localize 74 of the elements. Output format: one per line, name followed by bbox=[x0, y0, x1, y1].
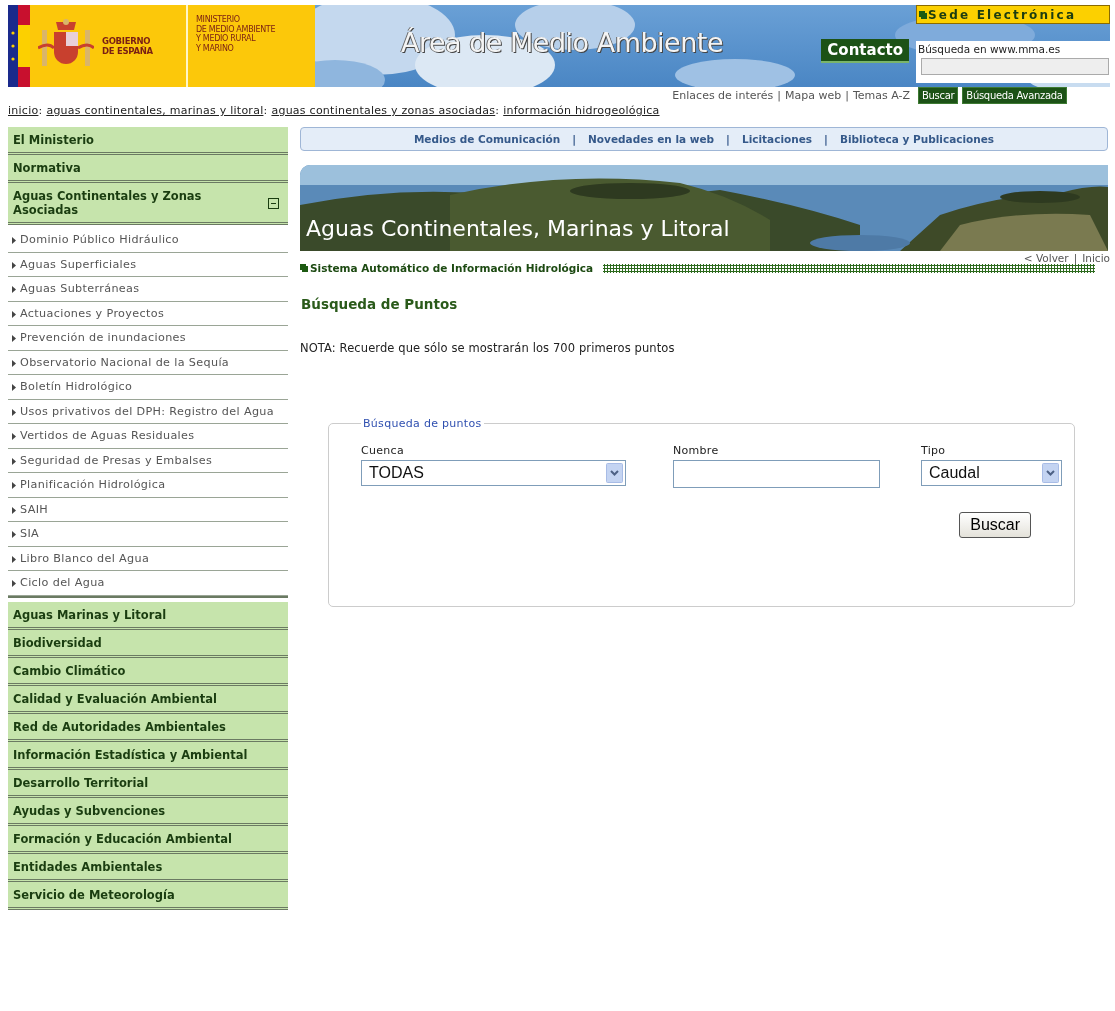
sidebar-item[interactable]: Entidades Ambientales bbox=[8, 853, 288, 882]
nav-link[interactable]: Biblioteca y Publicaciones bbox=[839, 133, 995, 145]
arrow-icon bbox=[12, 286, 16, 293]
arrow-icon bbox=[12, 237, 16, 244]
page-link[interactable]: Inicio bbox=[1082, 252, 1110, 264]
page-link[interactable]: < Volver bbox=[1023, 252, 1069, 264]
nav-link[interactable]: Novedades en la web bbox=[588, 133, 715, 145]
caret-icon bbox=[606, 463, 623, 483]
nav-separator: | bbox=[726, 133, 730, 145]
sidebar-item[interactable]: Biodiversidad bbox=[8, 629, 288, 658]
breadcrumb-separator: : bbox=[263, 104, 268, 117]
breadcrumb-separator: : bbox=[495, 104, 500, 117]
link-separator: | bbox=[845, 89, 849, 102]
contact-link[interactable]: Contacto bbox=[821, 39, 909, 63]
nav-separator: | bbox=[572, 133, 577, 145]
arrow-icon bbox=[12, 433, 16, 440]
arrow-icon bbox=[12, 482, 16, 489]
bullet-icon bbox=[919, 10, 927, 19]
arrow-icon bbox=[12, 384, 16, 391]
search-label: Búsqueda en www.mma.es bbox=[918, 43, 1062, 55]
banner-title: Aguas Continentales, Marinas y Litoral bbox=[306, 216, 730, 241]
nav-separator: | bbox=[824, 133, 828, 145]
field-label: Tipo bbox=[921, 444, 947, 457]
panel-legend: Búsqueda de puntos bbox=[361, 417, 484, 430]
sidebar-item[interactable]: El Ministerio bbox=[8, 127, 288, 155]
breadcrumb-separator: : bbox=[38, 104, 43, 117]
arrow-icon bbox=[12, 359, 16, 367]
advanced-search-button[interactable]: Búsqueda Avanzada bbox=[962, 87, 1067, 104]
link-separator: | bbox=[777, 89, 781, 102]
note-text: NOTA: Recuerde que sólo se mostrarán los 700 primeros puntos bbox=[300, 341, 676, 355]
arrow-icon bbox=[12, 310, 16, 318]
sidebar-item[interactable]: Aguas Marinas y Litoral bbox=[8, 601, 288, 630]
arrow-icon bbox=[12, 580, 16, 587]
collapse-icon[interactable] bbox=[268, 197, 279, 209]
breadcrumb-link[interactable]: información hidrogeológica bbox=[503, 104, 660, 117]
page-heading: Búsqueda de Puntos bbox=[301, 296, 459, 312]
text-field[interactable] bbox=[673, 460, 880, 488]
sidebar-item[interactable]: Información Estadística y Ambiental bbox=[8, 741, 288, 770]
nav-link[interactable]: Licitaciones bbox=[741, 133, 813, 145]
sidebar-item[interactable]: Calidad y Evaluación Ambiental bbox=[8, 685, 288, 714]
sidebar-item[interactable]: Formación y Educación Ambiental bbox=[8, 825, 288, 854]
sidebar-item[interactable]: Red de Autoridades Ambientales bbox=[8, 713, 288, 742]
arrow-icon bbox=[12, 261, 16, 269]
ministry-name: MINISTERIO DE MEDIO AMBIENTE Y MEDIO RURAL Y MARINO bbox=[195, 14, 276, 55]
arrow-icon bbox=[12, 555, 16, 563]
arrow-icon bbox=[12, 506, 16, 514]
arrow-icon bbox=[12, 531, 16, 538]
field-label: Nombre bbox=[673, 444, 720, 457]
sidebar-item[interactable]: Aguas Continentales y Zonas Asociadas bbox=[8, 183, 288, 225]
field-label: Cuenca bbox=[361, 444, 405, 457]
sidebar-item[interactable]: Desarrollo Territorial bbox=[8, 769, 288, 798]
arrow-icon bbox=[12, 335, 16, 342]
search-field[interactable] bbox=[921, 58, 1109, 75]
site-title: Área de Medio Ambiente bbox=[401, 27, 724, 58]
search-button[interactable]: Buscar bbox=[959, 512, 1031, 538]
dropdown[interactable]: TODAS bbox=[361, 460, 626, 486]
arrow-icon bbox=[12, 408, 16, 416]
link-separator: | bbox=[1073, 252, 1078, 264]
header-link[interactable]: Mapa web bbox=[785, 89, 842, 102]
government-name: GOBIERNO DE ESPAÑA bbox=[102, 36, 153, 56]
caret-icon bbox=[1042, 463, 1059, 483]
sidebar-item[interactable]: Cambio Climático bbox=[8, 657, 288, 686]
sidebar-item[interactable]: Normativa bbox=[8, 155, 288, 183]
header-link[interactable]: Enlaces de interés bbox=[672, 89, 774, 102]
bullet-icon bbox=[300, 264, 308, 272]
section-title: Sistema Automático de Información Hidrológica bbox=[310, 262, 594, 274]
search-button[interactable]: Buscar bbox=[918, 87, 959, 104]
sidebar-item[interactable]: Servicio de Meteorología bbox=[8, 881, 288, 910]
sede-link[interactable]: Sede Electrónica bbox=[916, 5, 1110, 24]
arrow-icon bbox=[12, 457, 16, 465]
sidebar-item[interactable]: Ayudas y Subvenciones bbox=[8, 797, 288, 826]
nav-link[interactable]: Medios de Comunicación bbox=[413, 133, 561, 145]
dropdown[interactable]: Caudal bbox=[921, 460, 1062, 486]
header-link[interactable]: Temas A-Z bbox=[852, 89, 910, 102]
